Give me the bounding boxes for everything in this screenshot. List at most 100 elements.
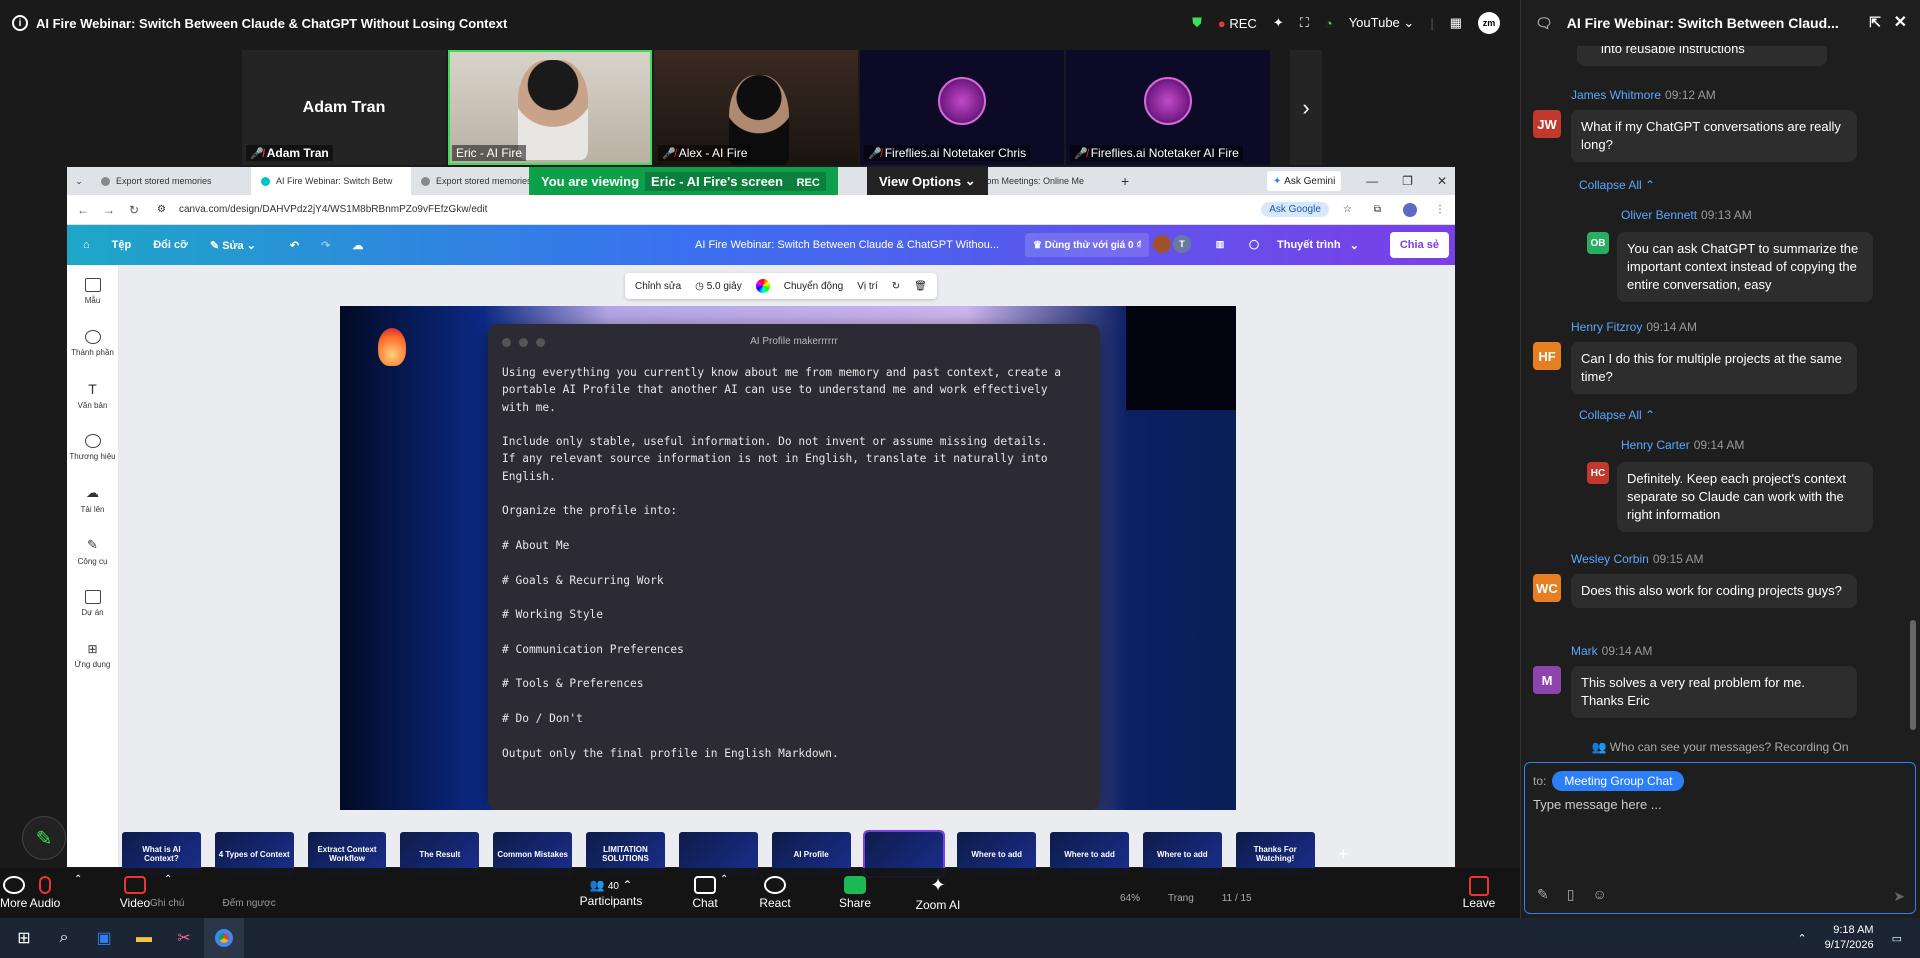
search-icon[interactable]: ⌕ (44, 918, 84, 958)
sidebar-item-elements[interactable]: Thành phần (67, 317, 118, 369)
video-tile[interactable]: Adam Tran 🎤̸ Adam Tran (242, 50, 446, 165)
zoom-level[interactable]: 64% (1120, 893, 1140, 904)
redo-icon[interactable]: ↷ (321, 239, 330, 252)
fullscreen-icon[interactable]: ⛶ (1300, 15, 1309, 31)
avatar[interactable]: JW (1533, 110, 1561, 138)
video-button[interactable]: Video (110, 868, 160, 918)
animate-button[interactable]: Chuyển động (784, 281, 844, 292)
ask-google-button[interactable]: Ask Google (1261, 202, 1329, 217)
restore-icon[interactable]: ❐ (1402, 174, 1413, 188)
profile-avatar[interactable] (1403, 202, 1417, 217)
browser-tab[interactable]: Export stored memories (91, 167, 251, 195)
try-free-button[interactable]: ♛ Dùng thử với giá 0 ₫ (1025, 233, 1150, 257)
participants-button[interactable]: 👥 40 ⌃ Participants (580, 868, 643, 918)
url-field[interactable]: canva.com/design/DAHVPdz2jY4/WS1M8bRBnmP… (173, 204, 1261, 215)
home-icon[interactable]: ⌂ (83, 239, 90, 251)
emoji-icon[interactable]: ☺ (1592, 886, 1606, 903)
ask-gemini-button[interactable]: ✦ Ask Gemini (1267, 171, 1342, 191)
menu-edit[interactable]: ✎ Sửa ⌄ (210, 239, 256, 252)
slide-canvas[interactable]: AI Profile makerrrrrr Using everything y… (340, 306, 1236, 810)
view-options-button[interactable]: View Options ⌄ (867, 167, 988, 195)
close-icon[interactable]: ✕ (1894, 12, 1907, 32)
minimize-icon[interactable]: — (1366, 174, 1378, 188)
react-button[interactable]: React (750, 868, 800, 918)
video-tile-active[interactable]: Eric - AI Fire (448, 50, 652, 165)
avatar[interactable]: WC (1533, 574, 1561, 602)
sidebar-item-brand[interactable]: Thương hiệu (67, 421, 118, 473)
video-tile[interactable]: 🎤̸ Alex - AI Fire (654, 50, 858, 165)
avatar[interactable]: M (1533, 666, 1561, 694)
sidebar-item-uploads[interactable]: ☁ Tải lên (67, 473, 118, 525)
video-tile[interactable]: 🎤̸ Fireflies.ai Notetaker AI Fire (1066, 50, 1270, 165)
pop-out-icon[interactable]: ⇱ (1869, 14, 1881, 31)
edit-button[interactable]: Chỉnh sửa (635, 281, 681, 292)
sidebar-item-text[interactable]: T Văn bản (67, 369, 118, 421)
tray-overflow-icon[interactable]: ⌃ (1797, 932, 1806, 945)
collapse-all-button[interactable]: Collapse All ⌃ (1579, 408, 1655, 422)
new-tab-button[interactable]: + (1111, 173, 1139, 189)
file-explorer-icon[interactable]: ▬ (124, 918, 164, 958)
reload-icon[interactable]: ↻ (129, 203, 139, 217)
duration-button[interactable]: ◷ 5.0 giây (695, 281, 742, 292)
pages-button[interactable]: Trang (1168, 893, 1194, 904)
chrome-icon[interactable] (204, 918, 244, 958)
sidebar-item-apps[interactable]: ⊞ Ứng dụng (67, 629, 118, 681)
sidebar-item-templates[interactable]: Mẫu (67, 265, 118, 317)
delete-icon[interactable]: 🗑 (914, 281, 927, 292)
avatar[interactable]: HF (1533, 342, 1561, 370)
video-tile[interactable]: 🎤̸ Fireflies.ai Notetaker Chris (860, 50, 1064, 165)
collapse-all-button[interactable]: Collapse All ⌃ (1579, 178, 1655, 192)
chevron-up-icon[interactable]: ⌃ (164, 874, 172, 885)
sidebar-item-projects[interactable]: Dự án (67, 577, 118, 629)
comment-icon[interactable]: ◯ (1245, 235, 1263, 253)
avatar[interactable]: T (1173, 235, 1191, 253)
undo-icon[interactable]: ↶ (290, 239, 299, 252)
menu-file[interactable]: Tệp (112, 239, 132, 251)
recipient-select[interactable]: Meeting Group Chat (1552, 771, 1685, 791)
windows-start-icon[interactable]: ⊞ (4, 918, 44, 958)
zm-avatar[interactable]: zm (1478, 12, 1500, 34)
rec-indicator[interactable]: ● REC (1218, 16, 1257, 31)
clock[interactable]: 9:18 AM 9/17/2026 (1825, 923, 1874, 953)
file-icon[interactable]: ▯ (1567, 886, 1575, 903)
tab-search-icon[interactable]: ⌄ (67, 176, 91, 187)
avatar[interactable]: HC (1587, 462, 1609, 484)
back-icon[interactable]: ← (77, 203, 89, 217)
info-icon[interactable]: i (12, 15, 28, 31)
gallery-icon[interactable]: ▦ (1450, 15, 1462, 31)
chat-scrollbar[interactable] (1910, 620, 1916, 730)
canva-share-button[interactable]: Chia sẻ (1389, 232, 1449, 258)
chevron-up-icon[interactable]: ⌃ (720, 874, 728, 885)
notes-button[interactable]: Ghi chú (150, 898, 184, 909)
position-button[interactable]: Vị trí (857, 281, 878, 292)
audio-button[interactable]: Audio (20, 868, 70, 918)
notification-icon[interactable]: ▭ (1892, 932, 1902, 945)
store-icon[interactable]: ▣ (84, 918, 124, 958)
leave-button[interactable]: Leave (1450, 868, 1508, 918)
close-icon[interactable]: ✕ (1437, 174, 1447, 188)
annotate-pencil-icon[interactable]: ✎ (22, 816, 66, 860)
message-input[interactable] (1533, 797, 1903, 857)
chevron-right-icon[interactable]: › (1290, 50, 1322, 165)
who-can-see-notice[interactable]: 👥 Who can see your messages? Recording O… (1520, 740, 1920, 754)
view-dropdown[interactable]: YouTube ⌄ (1349, 15, 1415, 31)
chevron-up-icon[interactable]: ⌃ (74, 874, 82, 885)
share-screen-button[interactable]: Share (830, 868, 880, 918)
refresh-icon[interactable]: ↻ (892, 281, 900, 292)
cloud-save-icon[interactable]: ☁ (352, 239, 363, 252)
avatar[interactable]: OB (1587, 232, 1609, 254)
avatar[interactable] (1153, 235, 1171, 253)
extensions-icon[interactable]: ⧉ (1374, 204, 1381, 215)
format-icon[interactable]: ✎ (1537, 886, 1549, 903)
snipping-tool-icon[interactable]: ✂ (164, 918, 204, 958)
bookmark-icon[interactable]: ☆ (1343, 204, 1352, 215)
analytics-icon[interactable]: ▥ (1211, 235, 1229, 253)
sidebar-item-tools[interactable]: ✎ Công cụ (67, 525, 118, 577)
color-icon[interactable] (755, 279, 770, 293)
signal-icon[interactable]: ◔ (1325, 16, 1333, 31)
menu-resize[interactable]: Đổi cỡ (153, 239, 188, 251)
zoom-ai-button[interactable]: ✦ Zoom AI (908, 868, 968, 918)
more-button[interactable]: More (0, 868, 27, 918)
send-icon[interactable]: ➤ (1893, 888, 1905, 905)
forward-icon[interactable]: → (103, 203, 115, 217)
